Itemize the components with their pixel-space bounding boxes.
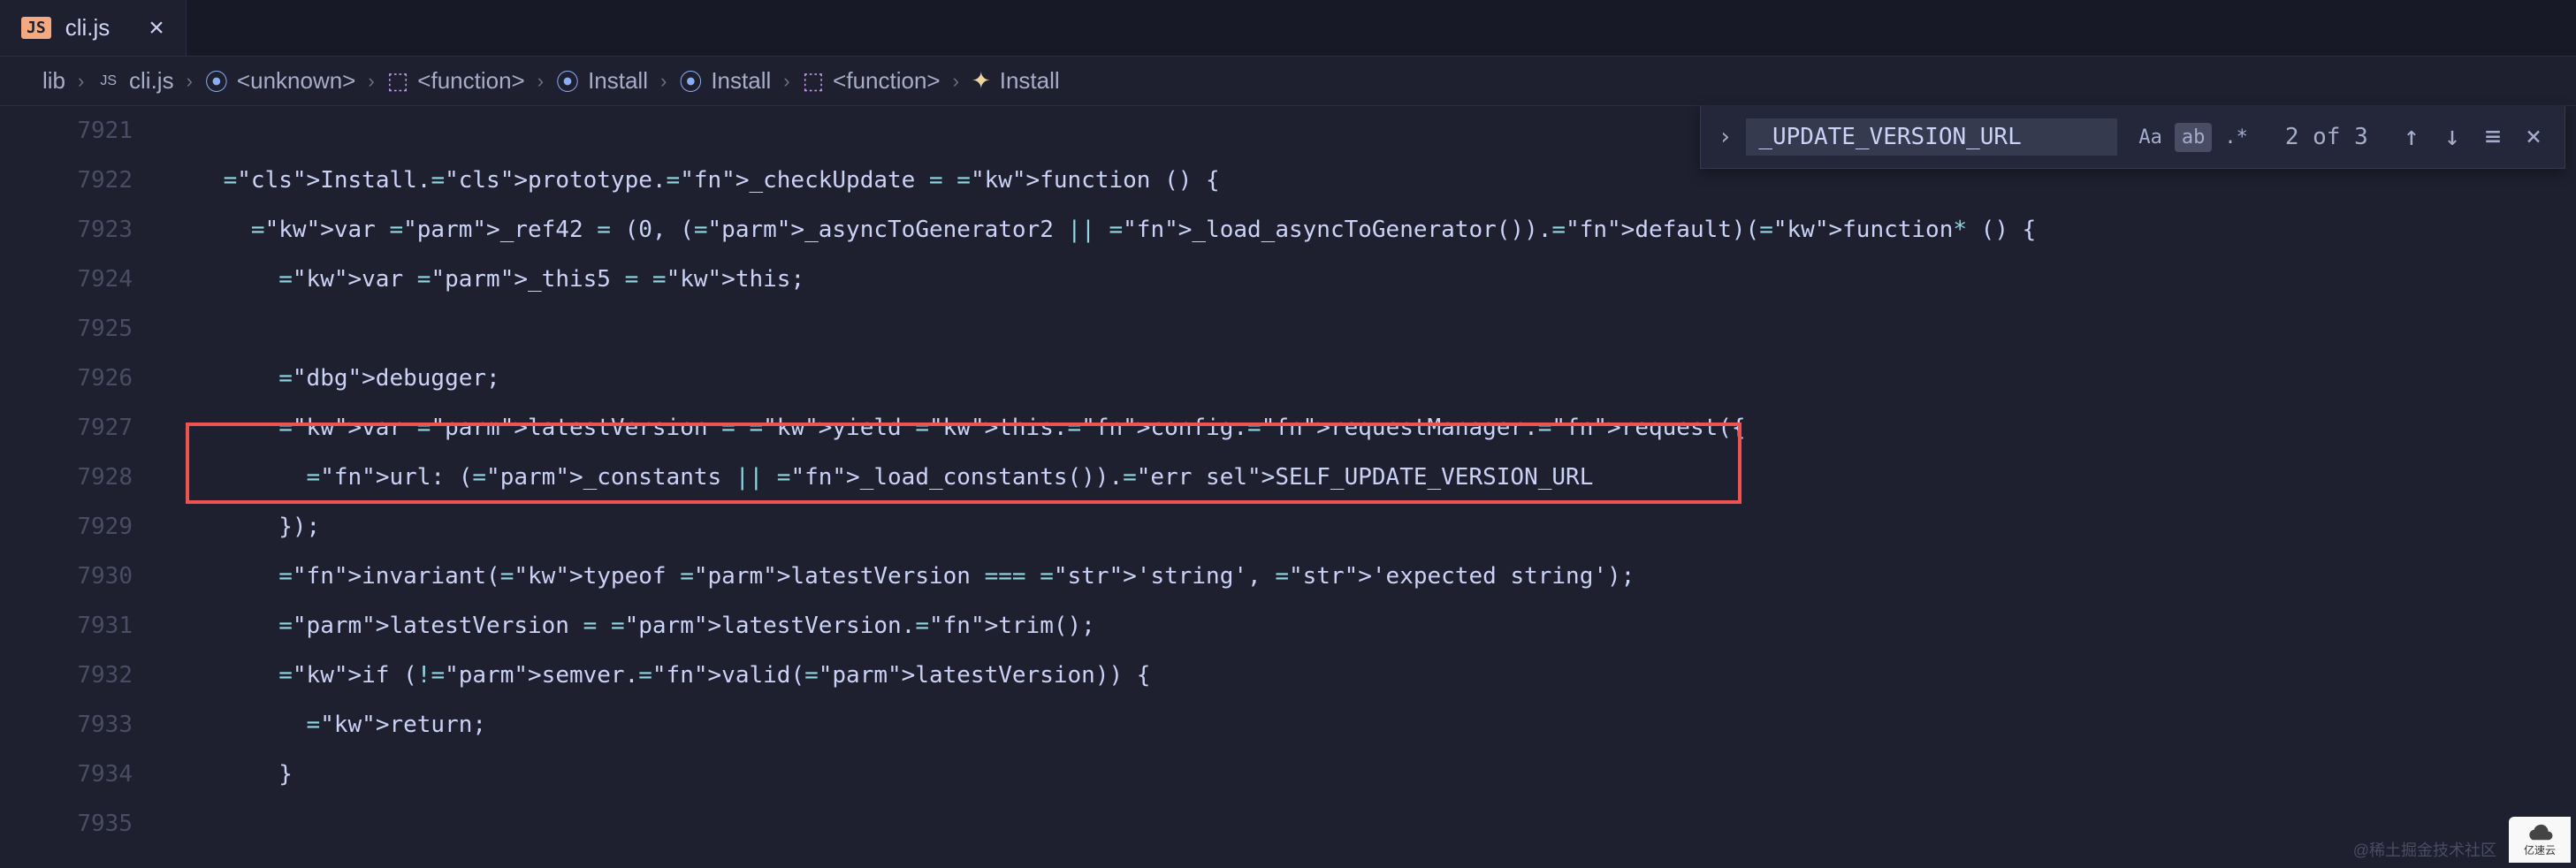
code-line[interactable] — [168, 304, 2576, 354]
close-icon[interactable]: × — [149, 15, 164, 42]
find-next-button[interactable]: ↓ — [2439, 124, 2465, 150]
breadcrumb-item[interactable]: ⬚<function> — [387, 67, 525, 95]
regex-toggle[interactable]: .* — [2217, 123, 2255, 152]
line-number: 7926 — [0, 354, 133, 403]
code-line[interactable]: ="fn">url: (="parm">_constants || ="fn">… — [168, 453, 2576, 502]
chevron-right-icon: › — [951, 70, 961, 93]
breadcrumb-item[interactable]: ⬚<function> — [803, 67, 941, 95]
breadcrumb-item[interactable]: ⦿Install — [679, 65, 771, 97]
find-filter-button[interactable]: ≡ — [2480, 124, 2506, 150]
code-line[interactable]: ="dbg">debugger; — [168, 354, 2576, 403]
whole-word-toggle[interactable]: ab — [2175, 123, 2213, 152]
code-editor[interactable]: 7921792279237924792579267927792879297930… — [0, 106, 2576, 868]
brackets-icon: ⦿ — [556, 65, 579, 97]
close-icon[interactable]: × — [2520, 124, 2547, 150]
code-line[interactable]: ="kw">return; — [168, 700, 2576, 750]
chevron-right-icon: › — [659, 70, 668, 93]
cloud-provider-badge: 亿速云 — [2509, 817, 2571, 863]
chevron-right-icon: › — [76, 70, 86, 93]
line-number: 7930 — [0, 552, 133, 601]
code-line[interactable]: } — [168, 750, 2576, 799]
line-number: 7923 — [0, 205, 133, 255]
breadcrumb: lib › JScli.js › ⦿<unknown> › ⬚<function… — [0, 57, 2576, 106]
brackets-icon: ⦿ — [679, 65, 702, 97]
line-number: 7935 — [0, 799, 133, 849]
code-area[interactable]: › Aa ab .* 2 of 3 ↑ ↓ ≡ × ="cls">Install… — [168, 106, 2576, 868]
breadcrumb-item[interactable]: JScli.js — [96, 67, 173, 95]
cube-icon: ⬚ — [803, 67, 825, 95]
line-number-gutter: 7921792279237924792579267927792879297930… — [0, 106, 168, 868]
line-number: 7928 — [0, 453, 133, 502]
code-line[interactable]: ="kw">var ="parm">_ref42 = (0, (="parm">… — [168, 205, 2576, 255]
line-number: 7924 — [0, 255, 133, 304]
find-input[interactable] — [1746, 118, 2117, 156]
line-number: 7921 — [0, 106, 133, 156]
line-number: 7925 — [0, 304, 133, 354]
tab-label: cli.js — [65, 14, 111, 42]
line-number: 7929 — [0, 502, 133, 552]
line-number: 7927 — [0, 403, 133, 453]
find-result-count: 2 of 3 — [2285, 124, 2368, 150]
tab-cli-js[interactable]: JS cli.js × — [0, 0, 187, 56]
code-line[interactable]: ="parm">latestVersion = ="parm">latestVe… — [168, 601, 2576, 651]
cube-icon: ⬚ — [387, 67, 409, 95]
brackets-icon: ⦿ — [205, 65, 228, 97]
chevron-right-icon: › — [185, 70, 194, 93]
wand-icon: ✦ — [972, 67, 991, 95]
line-number: 7932 — [0, 651, 133, 700]
line-number: 7933 — [0, 700, 133, 750]
breadcrumb-item[interactable]: ✦Install — [972, 67, 1060, 95]
breadcrumb-item[interactable]: lib — [42, 67, 65, 95]
breadcrumb-item[interactable]: ⦿<unknown> — [205, 65, 355, 97]
breadcrumb-item[interactable]: ⦿Install — [556, 65, 648, 97]
find-prev-button[interactable]: ↑ — [2398, 124, 2425, 150]
js-file-icon: JS — [21, 17, 51, 39]
line-number: 7922 — [0, 156, 133, 205]
code-line[interactable]: }); — [168, 502, 2576, 552]
code-line[interactable]: ="kw">var ="parm">_this5 = ="kw">this; — [168, 255, 2576, 304]
code-line[interactable] — [168, 799, 2576, 849]
tab-bar: JS cli.js × — [0, 0, 2576, 57]
chevron-right-icon: › — [536, 70, 545, 93]
line-number: 7934 — [0, 750, 133, 799]
match-case-toggle[interactable]: Aa — [2131, 123, 2169, 152]
find-widget: › Aa ab .* 2 of 3 ↑ ↓ ≡ × — [1700, 106, 2565, 169]
code-line[interactable]: ="kw">if (!="parm">semver.="fn">valid(="… — [168, 651, 2576, 700]
chevron-right-icon: › — [366, 70, 376, 93]
find-options: Aa ab .* — [2131, 123, 2255, 152]
code-line[interactable]: ="fn">invariant(="kw">typeof ="parm">lat… — [168, 552, 2576, 601]
chevron-right-icon[interactable]: › — [1719, 124, 1733, 150]
line-number: 7931 — [0, 601, 133, 651]
watermark-text: @稀土掘金技术社区 — [2353, 838, 2496, 861]
chevron-right-icon: › — [781, 70, 791, 93]
code-line[interactable]: ="kw">var ="parm">latestVersion = ="kw">… — [168, 403, 2576, 453]
